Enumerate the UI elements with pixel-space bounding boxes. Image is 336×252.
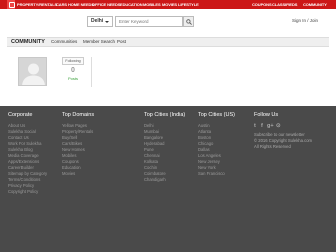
avatar [18,57,47,86]
footer-link[interactable]: Cochin [144,165,157,170]
footer-link[interactable]: Privacy Policy [8,183,34,188]
footer-link[interactable]: Media Coverage [8,153,39,158]
footer-link[interactable]: Sulekha Blog [8,147,33,152]
footer-heading-top-cities-india: Top Cities (India) [144,112,186,118]
footer-link[interactable]: Buy/Sell [62,135,77,140]
nav-item-home-needs[interactable]: HOME NEEDS [68,1,94,8]
footer-link[interactable]: Apps/Extensions [8,159,39,164]
footer-link[interactable]: Dallas [198,147,210,152]
footer-link[interactable]: Boston [198,135,211,140]
footer-link[interactable]: Sulekha Social [8,129,36,134]
footer-link[interactable]: New Jersey [198,159,220,164]
footer-link[interactable]: Bangalore [144,135,163,140]
footer-link[interactable]: Hyderabad [144,141,165,146]
footer-link[interactable]: Atlanta [198,129,211,134]
community-title: COMMUNITY [11,39,45,45]
footer-link[interactable]: Contact Us [8,135,29,140]
footer-link[interactable]: Austin [198,123,210,128]
tab-communities[interactable]: Communities [51,38,77,46]
footer-link[interactable]: Cars/Bikes [62,141,82,146]
footer-link[interactable]: Yellow Pages [62,123,87,128]
rss-icon[interactable]: ⊙ [276,123,281,129]
footer-link[interactable]: Chennai [144,153,160,158]
footer-link[interactable]: Copyright Policy [8,189,38,194]
nav-item-office-needs[interactable]: OFFICE NEEDS [92,1,120,8]
search-icon [186,19,192,25]
footer-link[interactable]: Coupons [62,159,79,164]
nav-item-classifieds[interactable]: CLASSIFIEDS [272,1,297,8]
footer-link[interactable]: Chicago [198,141,213,146]
search-input[interactable] [115,16,183,27]
nav-item-community[interactable]: COMMUNITY [303,1,327,8]
footer-link[interactable]: New York [198,165,216,170]
copyright-text: © 2016 Copyright Sulekha.com [254,138,313,143]
footer-link[interactable]: About Us [8,123,25,128]
user-placeholder-icon [22,63,45,85]
nav-item-cars[interactable]: CARS [56,1,67,8]
nav-item-coupons[interactable]: COUPONS [252,1,272,8]
footer-link[interactable]: Coimbatore [144,171,166,176]
footer-link[interactable]: Work For Sulekha [8,141,41,146]
nav-item-lifestyle[interactable]: LIFESTYLE [178,1,199,8]
nav-item-property[interactable]: PROPERTY/RENTALS [17,1,57,8]
footer-link[interactable]: Kolkata [144,159,158,164]
footer [0,106,336,252]
footer-link[interactable]: New Homes [62,147,85,152]
footer-link[interactable]: Property/Rentals [62,129,93,134]
city-select[interactable]: Delhi [87,16,113,27]
google-plus-icon[interactable]: g+ [267,123,274,129]
twitter-icon[interactable]: t [254,123,256,129]
footer-link[interactable]: Pune [144,147,154,152]
footer-link[interactable]: Education [62,165,81,170]
footer-link[interactable]: CareerBuilder [8,165,34,170]
nav-item-education[interactable]: EDUCATION [120,1,143,8]
footer-link[interactable]: Los Angeles [198,153,221,158]
footer-link[interactable]: Mobiles [62,153,76,158]
facebook-icon[interactable]: f [261,123,263,129]
sulekha-logo[interactable] [7,0,15,9]
footer-heading-top-domains: Top Domains [62,112,95,118]
footer-link[interactable]: San Francisco [198,171,225,176]
following-button[interactable]: Following [62,57,84,65]
footer-link[interactable]: Terms/Conditions [8,177,40,182]
rights-text: All Rights Reserved [254,144,291,149]
divider [91,57,92,87]
page: PROPERTY/RENTALS CARS HOME NEEDS OFFICE … [0,0,336,252]
nav-item-movies[interactable]: MOVIES [162,1,177,8]
footer-link[interactable]: Delhi [144,123,154,128]
post-count: 0 [71,67,75,74]
tab-post[interactable]: Post [117,38,126,46]
search-button[interactable] [183,16,194,27]
footer-heading-follow-us: Follow Us [254,112,279,118]
signin-link[interactable]: Sign In / Join [292,18,318,23]
footer-heading-top-cities-us: Top Cities (US) [198,112,235,118]
footer-link[interactable]: Sitemap by Category [8,171,47,176]
tab-member-search[interactable]: Member Search [83,38,115,46]
nav-item-mobiles[interactable]: MOBILES [143,1,161,8]
footer-link[interactable]: Chandigarh [144,177,166,182]
post-count-label[interactable]: Posts [63,76,83,81]
footer-link[interactable]: Movies [62,171,75,176]
footer-link[interactable]: Mumbai [144,129,159,134]
footer-heading-corporate: Corporate [8,112,33,118]
newsletter-text[interactable]: Subscribe to our newsletter [254,132,305,137]
